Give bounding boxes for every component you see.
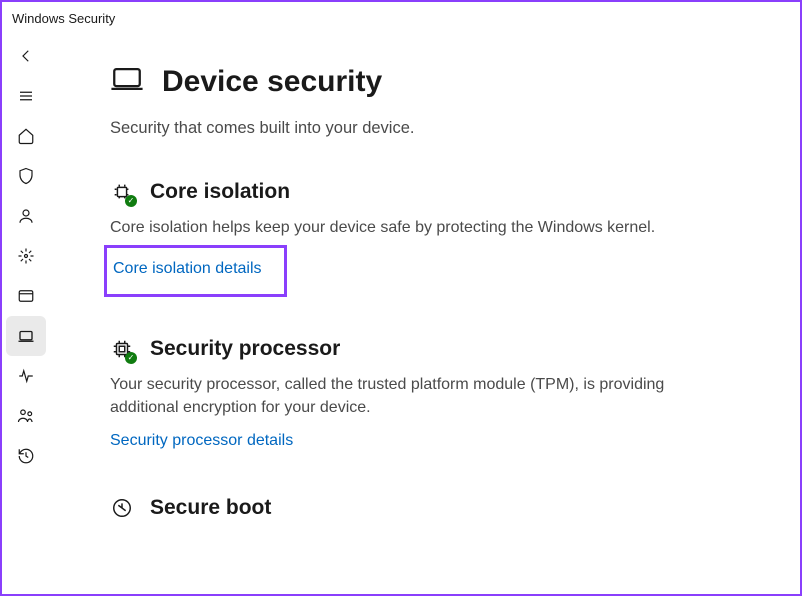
core-isolation-description: Core isolation helps keep your device sa… [110, 216, 670, 239]
window-title: Windows Security [12, 11, 115, 26]
nav-family-options[interactable] [6, 396, 46, 436]
nav-firewall[interactable] [6, 236, 46, 276]
menu-button[interactable] [6, 76, 46, 116]
status-ok-badge [125, 352, 137, 364]
highlight-annotation: Core isolation details [104, 245, 287, 297]
nav-device-security[interactable] [6, 316, 46, 356]
section-secure-boot: Secure boot [110, 496, 760, 520]
nav-device-performance[interactable] [6, 356, 46, 396]
nav-app-browser[interactable] [6, 276, 46, 316]
section-core-isolation: Core isolation Core isolation helps keep… [110, 180, 760, 297]
page-header: Device security [110, 62, 760, 101]
content-area: Device security Security that comes buil… [50, 34, 800, 594]
back-button[interactable] [6, 36, 46, 76]
title-bar: Windows Security [2, 2, 800, 34]
sidebar [2, 34, 50, 594]
section-security-processor: Security processor Your security process… [110, 337, 760, 449]
nav-protection-history[interactable] [6, 436, 46, 476]
secure-boot-icon [110, 496, 134, 520]
nav-virus-protection[interactable] [6, 156, 46, 196]
page-subtitle: Security that comes built into your devi… [110, 119, 760, 138]
device-icon [110, 62, 144, 101]
status-ok-badge [125, 195, 137, 207]
core-isolation-title: Core isolation [150, 180, 290, 204]
security-processor-icon [110, 337, 134, 361]
security-processor-title: Security processor [150, 337, 340, 361]
secure-boot-title: Secure boot [150, 496, 271, 520]
nav-home[interactable] [6, 116, 46, 156]
security-processor-description: Your security processor, called the trus… [110, 373, 670, 419]
core-isolation-details-link[interactable]: Core isolation details [113, 260, 262, 278]
nav-account-protection[interactable] [6, 196, 46, 236]
page-title: Device security [162, 65, 382, 99]
core-isolation-icon [110, 180, 134, 204]
security-processor-details-link[interactable]: Security processor details [110, 432, 293, 450]
